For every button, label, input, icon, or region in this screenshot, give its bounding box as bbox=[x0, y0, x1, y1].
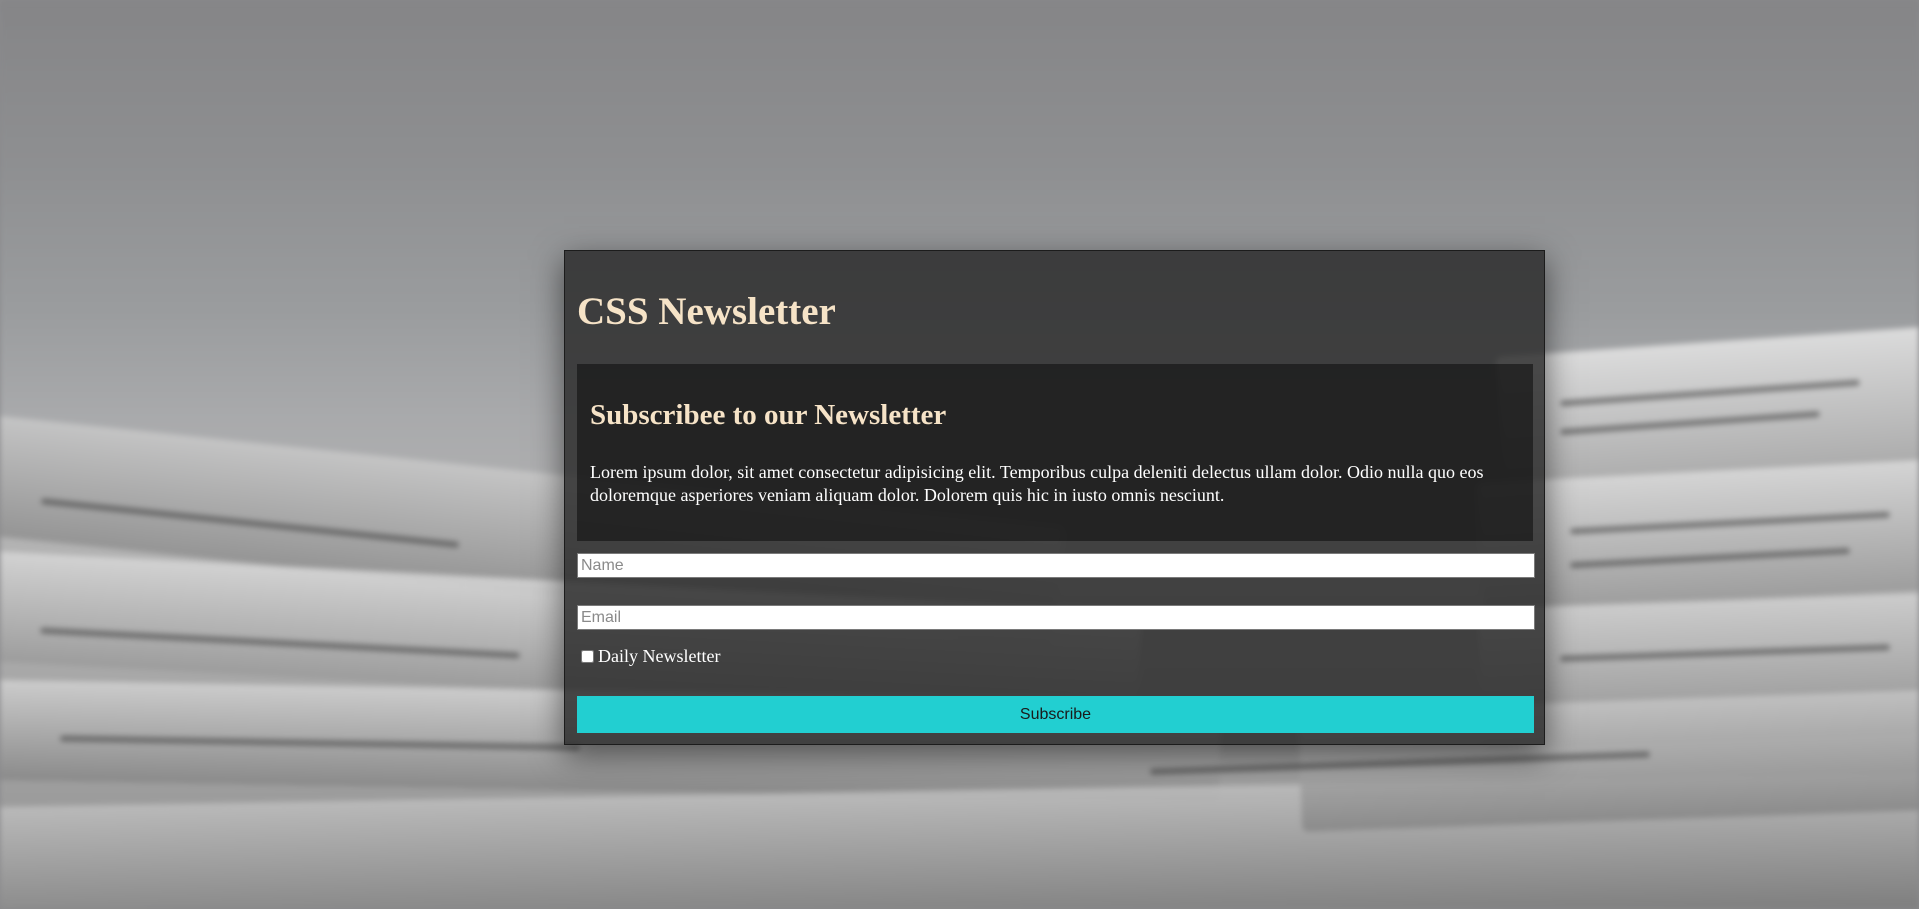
newsletter-description: Lorem ipsum dolor, sit amet consectetur … bbox=[590, 462, 1484, 505]
newsletter-info-box: Subscribee to our Newsletter Lorem ipsum… bbox=[577, 364, 1533, 541]
page-title: CSS Newsletter bbox=[577, 290, 836, 333]
daily-newsletter-option[interactable]: Daily Newsletter bbox=[581, 646, 720, 667]
email-input[interactable] bbox=[577, 605, 1535, 630]
newsletter-heading: Subscribee to our Newsletter bbox=[590, 399, 947, 431]
name-input[interactable] bbox=[577, 553, 1535, 578]
subscribe-button[interactable]: Subscribe bbox=[577, 696, 1534, 733]
newsletter-card: CSS Newsletter Subscribee to our Newslet… bbox=[564, 250, 1545, 745]
daily-newsletter-checkbox[interactable] bbox=[581, 650, 594, 663]
daily-newsletter-label: Daily Newsletter bbox=[598, 646, 721, 666]
